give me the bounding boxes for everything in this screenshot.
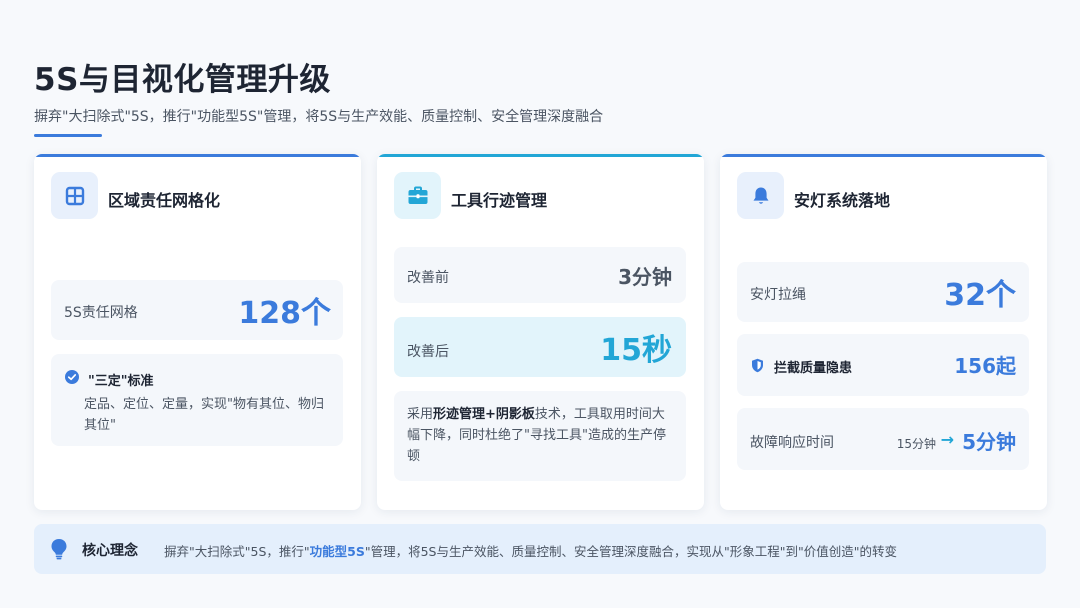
card-accent-bar	[377, 154, 704, 157]
quality-label: 拦截质量隐患	[774, 361, 853, 376]
core-concept-bar: 核心理念 摒弃"大扫除式"5S，推行"功能型5S"管理，将5S与生产效能、质量控…	[34, 524, 1046, 574]
response-new-value: 5分钟	[962, 430, 1016, 454]
card-zone-grid: 区域责任网格化 5S责任网格 128个 "三定"标准 定品、定位、定量，实现"物…	[34, 154, 361, 510]
before-panel: 改善前 3分钟	[394, 247, 686, 303]
card-title: 工具行迹管理	[451, 191, 548, 210]
metric-panel-grid: 5S责任网格 128个	[51, 280, 343, 340]
note-title: "三定"标准	[88, 374, 154, 389]
description-highlight: 形迹管理+阴影板	[433, 407, 535, 422]
andon-panel: 安灯拉绳 32个	[737, 262, 1029, 322]
description-panel: 采用形迹管理+阴影板技术，工具取用时间大幅下降，同时杜绝了"寻找工具"造成的生产…	[394, 391, 686, 481]
core-text: 摒弃"大扫除式"5S，推行"功能型5S"管理，将5S与生产效能、质量控制、安全管…	[164, 544, 897, 559]
bell-icon	[737, 172, 784, 219]
grid-icon	[51, 172, 98, 219]
response-old-value: 15分钟	[896, 437, 936, 451]
response-panel: 故障响应时间 15分钟 → 5分钟	[737, 408, 1029, 470]
page-subtitle: 摒弃"大扫除式"5S，推行"功能型5S"管理，将5S与生产效能、质量控制、安全管…	[34, 109, 604, 125]
andon-label: 安灯拉绳	[750, 287, 806, 303]
check-circle-icon	[65, 369, 79, 388]
note-text: 定品、定位、定量，实现"物有其位、物归其位"	[84, 397, 324, 433]
shield-icon	[751, 358, 764, 377]
card-accent-bar	[720, 154, 1047, 157]
after-value: 15秒	[600, 333, 672, 368]
core-highlight: 功能型5S	[309, 544, 365, 559]
quality-panel: 拦截质量隐患 156起	[737, 334, 1029, 396]
card-title: 安灯系统落地	[794, 191, 891, 210]
note-panel-standard: "三定"标准 定品、定位、定量，实现"物有其位、物归其位"	[51, 354, 343, 446]
description-text: 采用形迹管理+阴影板技术，工具取用时间大幅下降，同时杜绝了"寻找工具"造成的生产…	[407, 407, 666, 464]
before-label: 改善前	[407, 270, 449, 286]
quality-value: 156起	[954, 354, 1016, 378]
card-title: 区域责任网格化	[108, 191, 221, 210]
toolbox-icon	[394, 172, 441, 219]
lightbulb-icon	[50, 538, 68, 564]
metric-label: 5S责任网格	[64, 305, 138, 321]
metric-value: 128个	[238, 296, 331, 331]
after-label: 改善后	[407, 344, 449, 360]
card-tool-shadow: 工具行迹管理 改善前 3分钟 改善后 15秒 采用形迹管理+阴影板技术，工具取用…	[377, 154, 704, 510]
card-andon-system: 安灯系统落地 安灯拉绳 32个 拦截质量隐患 156起 故障响应时间 15分钟 …	[720, 154, 1047, 510]
core-title: 核心理念	[82, 543, 138, 559]
arrow-right-icon: →	[940, 430, 954, 449]
title-underline	[34, 134, 102, 137]
page-title: 5S与目视化管理升级	[34, 62, 331, 98]
response-label: 故障响应时间	[750, 435, 834, 451]
before-value: 3分钟	[618, 265, 672, 289]
after-panel: 改善后 15秒	[394, 317, 686, 377]
andon-value: 32个	[944, 278, 1016, 313]
card-accent-bar	[34, 154, 361, 157]
